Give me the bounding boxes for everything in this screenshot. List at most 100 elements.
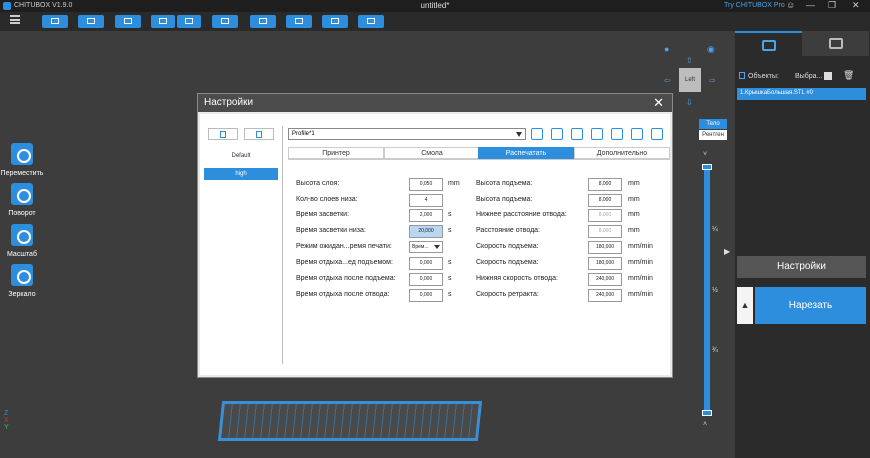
wait-mode-select[interactable]: Врем... xyxy=(409,241,443,253)
body-view-toggle[interactable]: Тело xyxy=(699,119,727,129)
lift-speed-input[interactable]: 180,000 xyxy=(588,241,622,254)
undo-button[interactable] xyxy=(151,15,175,28)
edit-icon[interactable] xyxy=(551,128,563,140)
profile-select[interactable]: Profile*1 xyxy=(288,128,526,140)
profile-item-high[interactable]: high xyxy=(204,168,278,180)
bottom-layers-input[interactable]: 4 xyxy=(409,194,443,207)
try-pro-link[interactable]: Try CHITUBOX Pro xyxy=(724,2,785,9)
tab-platform[interactable] xyxy=(802,31,869,56)
exposure-time-input[interactable]: 2,000 xyxy=(409,209,443,222)
profile-item-default[interactable]: Default xyxy=(204,150,278,162)
lift-height-2-input[interactable]: 8,000 xyxy=(588,194,622,207)
settings-icon xyxy=(367,18,375,24)
select-all-label[interactable]: Выбра... xyxy=(795,73,822,80)
slider-tick-quarter: ¼ xyxy=(712,226,718,233)
new-file-icon xyxy=(220,131,226,138)
tab-model-settings[interactable] xyxy=(735,31,802,56)
export-icon[interactable] xyxy=(631,128,643,140)
layer-slider[interactable] xyxy=(704,166,710,414)
rotate-left-icon[interactable]: ⇦ xyxy=(664,76,671,85)
rotate-tool[interactable]: Поворот xyxy=(0,183,44,217)
tab-advanced[interactable]: Дополнительно xyxy=(574,147,670,159)
rest-after-lift-input[interactable]: 0,000 xyxy=(409,273,443,286)
layer-height-unit: mm xyxy=(448,180,460,187)
redo-button[interactable] xyxy=(177,15,201,28)
rotate-right-icon[interactable]: ⇨ xyxy=(709,76,716,85)
build-plate xyxy=(217,401,483,441)
chevron-down-icon[interactable]: ˄ xyxy=(703,421,707,428)
trash-icon[interactable]: 🗑 xyxy=(843,70,854,81)
settings-toolbar-button[interactable] xyxy=(358,15,384,28)
lift-height-unit: mm xyxy=(628,180,640,187)
import-profile-icon[interactable] xyxy=(531,128,543,140)
mirror-tool[interactable]: Зеркало xyxy=(0,264,44,298)
share-icon[interactable] xyxy=(651,128,663,140)
new-profile-button[interactable] xyxy=(208,128,238,140)
retract-speed-input[interactable]: 240,000 xyxy=(588,289,622,302)
xray-view-toggle[interactable]: Рентген xyxy=(699,130,727,140)
objects-label: Объекты: xyxy=(748,73,779,80)
rest-after-retract-input[interactable]: 0,000 xyxy=(409,289,443,302)
eye-icon[interactable]: ◉ xyxy=(707,44,715,55)
rest-after-lift-label: Время отдыха после подъема: xyxy=(296,275,396,282)
save-button[interactable] xyxy=(115,15,141,28)
layer-height-input[interactable]: 0,050 xyxy=(409,178,443,191)
delete-icon[interactable] xyxy=(571,128,583,140)
open-file-button[interactable] xyxy=(42,15,68,28)
bottom-retract-speed-input[interactable]: 240,000 xyxy=(588,273,622,286)
layer-slider-bottom-handle[interactable] xyxy=(702,410,712,416)
object-list-item[interactable]: 1.КрышкаБольшая.STL #0 xyxy=(737,88,866,100)
mirror-tool-label: Зеркало xyxy=(8,291,36,298)
scale-tool-label: Масштаб xyxy=(7,251,37,258)
folder-icon xyxy=(51,18,59,24)
tab-resin[interactable]: Смола xyxy=(384,147,480,159)
profile-list: Default high xyxy=(204,128,278,366)
lift-height-2-label: Высота подъема: xyxy=(476,196,533,203)
lift-height-label: Высота подъема: xyxy=(476,180,533,187)
trash-icon xyxy=(256,131,262,138)
delete-profile-button[interactable] xyxy=(244,128,274,140)
lift-speed-2-input[interactable]: 180,000 xyxy=(588,257,622,270)
rotate-down-icon[interactable]: ⇩ xyxy=(686,98,693,107)
lift-height-input[interactable]: 8,000 xyxy=(588,178,622,191)
rotate-up-icon[interactable]: ⇧ xyxy=(686,56,693,65)
home-view-icon[interactable]: ● xyxy=(664,44,669,54)
supports-button[interactable] xyxy=(286,15,312,28)
rest-before-lift-input[interactable]: 0,000 xyxy=(409,257,443,270)
refresh-icon[interactable] xyxy=(591,128,603,140)
lift-speed-2-label: Скорость подъема: xyxy=(476,259,539,266)
slice-view-button[interactable] xyxy=(212,15,238,28)
lift-speed-2-unit: mm/min xyxy=(628,259,653,266)
slice-options-toggle[interactable]: ▲ xyxy=(737,287,753,324)
axis-gizmo: Z X Y xyxy=(4,410,9,431)
minimize-icon[interactable]: — xyxy=(806,0,815,10)
layer-slider-top-handle[interactable] xyxy=(702,164,712,170)
scale-tool[interactable]: Масштаб xyxy=(0,224,44,258)
bottom-retract-distance-input[interactable]: 8,000 xyxy=(588,209,622,222)
hamburger-menu-icon[interactable] xyxy=(10,15,20,24)
slice-button[interactable]: Нарезать xyxy=(755,287,866,324)
dialog-close-icon[interactable]: ✕ xyxy=(653,95,664,111)
user-icon[interactable]: ☺ xyxy=(786,0,795,10)
settings-button[interactable]: Настройки xyxy=(737,256,866,278)
import-button[interactable] xyxy=(78,15,104,28)
tab-print[interactable]: Распечатать xyxy=(478,147,574,159)
tab-printer[interactable]: Принтер xyxy=(288,147,384,159)
import-icon[interactable] xyxy=(611,128,623,140)
hollow-button[interactable] xyxy=(322,15,348,28)
chevron-up-icon[interactable]: ˅ xyxy=(703,151,707,158)
close-icon[interactable]: ✕ xyxy=(852,0,860,11)
view-cube[interactable]: Left xyxy=(679,68,701,92)
profile-select-value: Profile*1 xyxy=(292,131,315,137)
dialog-title: Настройки xyxy=(204,97,254,108)
save-icon xyxy=(124,18,132,24)
select-all-checkbox[interactable] xyxy=(824,72,832,80)
layout-button[interactable] xyxy=(250,15,276,28)
move-tool[interactable]: Переместить xyxy=(0,143,44,177)
collapse-arrow-icon[interactable]: ▶ xyxy=(724,247,730,256)
maximize-icon[interactable]: ❐ xyxy=(828,0,836,11)
bottom-exposure-input[interactable]: 20,000 xyxy=(409,225,443,238)
bottom-exposure-unit: s xyxy=(448,227,452,234)
retract-distance-input[interactable]: 8,000 xyxy=(588,225,622,238)
rotate-tool-label: Поворот xyxy=(8,210,36,217)
